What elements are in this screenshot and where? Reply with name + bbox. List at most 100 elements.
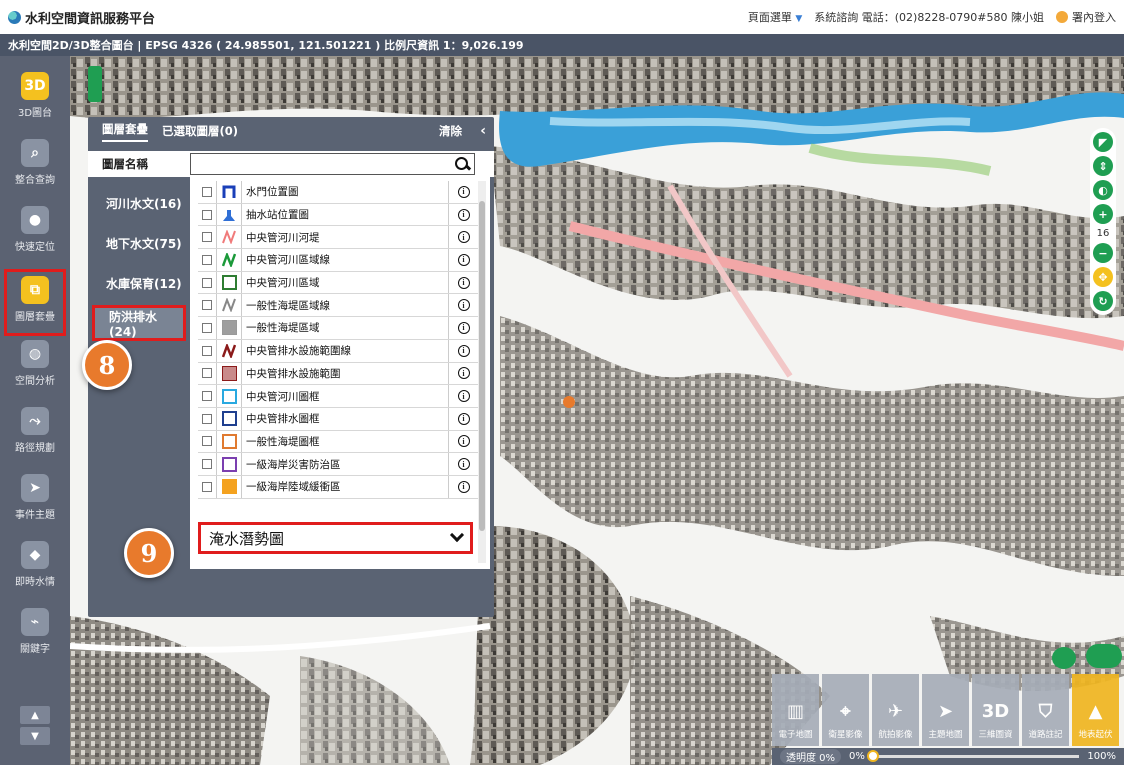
panel-expand-tab[interactable] <box>88 66 102 102</box>
tool-locate[interactable]: ● 快速定位 <box>4 202 66 269</box>
layer-list: 水門位置圖 i 抽水站位置圖 i 中央管河川河堤 i 中央管河川區域線 i 中央… <box>198 181 478 499</box>
square-fill-icon <box>221 479 237 495</box>
layer-name: 中央管河川區域線 <box>246 254 330 267</box>
info-icon[interactable]: i <box>457 458 470 471</box>
3d-icon: 3D <box>21 72 49 100</box>
layer-checkbox[interactable] <box>202 300 212 311</box>
info-icon[interactable]: i <box>457 344 470 357</box>
basemap-theme[interactable]: ➤ 主題地圖 <box>922 674 969 746</box>
line-icon <box>222 298 236 313</box>
pan-icon[interactable]: ✥ <box>1093 267 1113 287</box>
tool-water-info[interactable]: ◆ 即時水情 <box>4 537 66 604</box>
layer-checkbox[interactable] <box>202 413 212 424</box>
basemap-road-labels[interactable]: ⛉ 道路註記 <box>1022 674 1069 746</box>
layer-checkbox[interactable] <box>202 322 212 333</box>
layer-row: 水門位置圖 i <box>198 181 478 204</box>
layer-list-scrollbar[interactable] <box>478 181 486 563</box>
zoom-in-button[interactable]: + <box>1093 204 1113 224</box>
layer-checkbox[interactable] <box>202 436 212 447</box>
left-toolbar: 3D 3D圖台 ⌕ 整合查詢 ● 快速定位 ⧉ 圖層套疊 ◍ 空間分析 ⤳ 路徑… <box>0 56 70 765</box>
user-icon <box>1056 11 1068 23</box>
info-icon[interactable]: i <box>457 367 470 380</box>
login-link[interactable]: 署內登入 <box>1056 9 1116 25</box>
layers-icon: ⧉ <box>21 276 49 304</box>
square-outline-icon <box>221 433 237 449</box>
opacity-bar: 透明度 0% 0% 100% <box>772 748 1124 765</box>
info-icon[interactable]: i <box>457 321 470 334</box>
layer-checkbox[interactable] <box>202 459 212 470</box>
road-icon: ⛉ <box>1038 701 1053 722</box>
tool-search[interactable]: ⌕ 整合查詢 <box>4 135 66 202</box>
app-brand[interactable]: 水利空間資訊服務平台 <box>8 8 155 27</box>
layer-checkbox[interactable] <box>202 209 212 220</box>
category-groundwater[interactable]: 地下水文(75) <box>92 225 186 261</box>
tool-layers[interactable]: ⧉ 圖層套疊 <box>4 269 66 336</box>
layer-row: 一級海岸陸域緩衝區 i <box>198 475 478 499</box>
collapse-panel-button[interactable]: ‹ <box>480 123 486 139</box>
compass-north-icon[interactable]: ◤ <box>1093 132 1113 152</box>
info-icon[interactable]: i <box>457 253 470 266</box>
info-icon[interactable]: i <box>457 480 470 493</box>
clear-button[interactable]: 清除 <box>439 123 462 139</box>
layer-row: 中央管排水設施範圍線 i <box>198 339 478 363</box>
opacity-slider-knob[interactable] <box>866 750 879 762</box>
basemap-aerial[interactable]: ✈ 航拍影像 <box>872 674 919 746</box>
basemap-terrain[interactable]: ▲ 地表起伏 <box>1072 674 1119 746</box>
info-icon[interactable]: i <box>457 231 470 244</box>
layer-checkbox[interactable] <box>202 368 212 379</box>
tool-keyword[interactable]: ⌁ 關鍵字 <box>4 604 66 671</box>
layer-checkbox[interactable] <box>202 391 212 402</box>
opacity-label: 透明度 0% <box>780 749 842 764</box>
tool-spatial-analysis[interactable]: ◍ 空間分析 <box>4 336 66 403</box>
category-river[interactable]: 河川水文(16) <box>92 185 186 221</box>
scroll-down-button[interactable]: ▼ <box>20 727 50 745</box>
category-flood-drainage[interactable]: 防洪排水(24) <box>92 305 186 341</box>
layer-checkbox[interactable] <box>202 481 212 492</box>
flood-map-dropdown[interactable]: 淹水潛勢圖 <box>198 522 473 554</box>
tab-layer-overlay[interactable]: 圖層套疊 <box>102 121 148 142</box>
layer-row: 一般性海堤圖框 i <box>198 430 478 454</box>
reset-view-icon[interactable]: ↻ <box>1093 291 1113 311</box>
layer-search-input[interactable] <box>190 153 475 175</box>
info-icon[interactable]: i <box>457 185 470 198</box>
zoom-out-button[interactable]: − <box>1093 243 1113 263</box>
square-outline-icon <box>221 411 237 427</box>
basemap-satellite[interactable]: ⌖ 衛星影像 <box>822 674 869 746</box>
rotate-icon[interactable]: ◐ <box>1093 180 1113 200</box>
info-icon[interactable]: i <box>457 299 470 312</box>
page-menu[interactable]: 頁面選單 ▼ <box>748 9 802 25</box>
line-icon <box>222 230 236 245</box>
layer-checkbox[interactable] <box>202 345 212 356</box>
layer-checkbox[interactable] <box>202 186 212 197</box>
layer-checkbox[interactable] <box>202 277 212 288</box>
measure-icon[interactable] <box>1052 647 1076 669</box>
search-icon[interactable] <box>455 156 470 172</box>
layer-name: 中央管河川區域 <box>246 277 320 290</box>
layer-checkbox[interactable] <box>202 254 212 265</box>
category-reservoir[interactable]: 水庫保育(12) <box>92 265 186 301</box>
tab-selected-layers[interactable]: 已選取圖層(0) <box>162 123 238 139</box>
info-icon[interactable]: i <box>457 390 470 403</box>
tool-3d-map[interactable]: 3D 3D圖台 <box>4 68 66 135</box>
layer-list-box: 水門位置圖 i 抽水站位置圖 i 中央管河川河堤 i 中央管河川區域線 i 中央… <box>190 177 490 569</box>
layer-row: 中央管排水圖框 i <box>198 407 478 431</box>
tilt-icon[interactable]: ⇕ <box>1093 156 1113 176</box>
scroll-up-button[interactable]: ▲ <box>20 706 50 724</box>
tool-dropdown-button[interactable] <box>1086 644 1122 668</box>
layer-search-row: 圖層名稱 <box>88 151 494 177</box>
basemap-electronic[interactable]: ▥ 電子地圖 <box>772 674 819 746</box>
layer-name: 一級海岸陸域緩衝區 <box>246 481 341 494</box>
pin-icon: ● <box>21 206 49 234</box>
info-icon[interactable]: i <box>457 208 470 221</box>
basemap-3d[interactable]: 3D 三維圖資 <box>972 674 1019 746</box>
info-icon[interactable]: i <box>457 276 470 289</box>
square-outline-icon <box>221 388 237 404</box>
opacity-slider[interactable] <box>866 750 1080 762</box>
info-icon[interactable]: i <box>457 435 470 448</box>
satellite-icon: ⌖ <box>840 701 851 722</box>
layer-name: 中央管排水設施範圍 <box>246 367 341 380</box>
tool-route[interactable]: ⤳ 路徑規劃 <box>4 403 66 470</box>
tool-events[interactable]: ➤ 事件主題 <box>4 470 66 537</box>
info-icon[interactable]: i <box>457 412 470 425</box>
layer-checkbox[interactable] <box>202 232 212 243</box>
